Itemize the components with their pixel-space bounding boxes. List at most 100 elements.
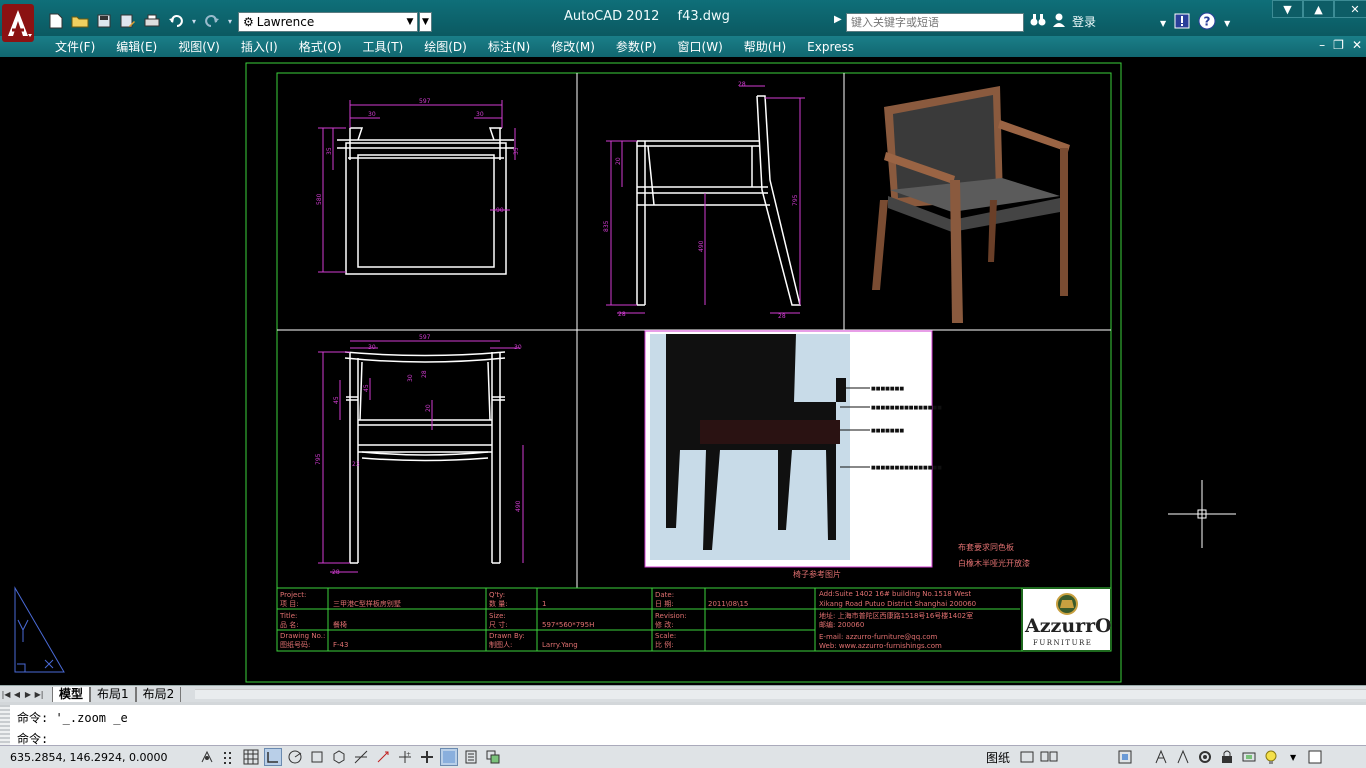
paper-model-toggle[interactable]: 图纸 — [986, 749, 1010, 766]
polar-tracking-icon[interactable] — [286, 748, 304, 766]
clean-screen-icon[interactable] — [1306, 748, 1324, 766]
photo-callout-1: ■■■■■■■ — [871, 386, 904, 392]
help-tools: ▼ ? ▼ — [1160, 12, 1230, 34]
ortho-mode-icon[interactable] — [264, 748, 282, 766]
help-dropdown-icon[interactable]: ▼ — [1224, 19, 1230, 28]
tb-qty-en: Q'ty: — [489, 591, 505, 599]
save-as-icon[interactable] — [118, 11, 138, 31]
hardware-acceleration-icon[interactable] — [1240, 748, 1258, 766]
coordinates-readout[interactable]: 635.2854, 146.2924, 0.0000 — [0, 751, 198, 764]
doc-restore-button[interactable]: ❐ — [1333, 38, 1344, 52]
exchange-icon[interactable] — [1174, 13, 1190, 33]
menu-modify[interactable]: 修改(M) — [542, 38, 607, 55]
infocenter-search-input[interactable] — [846, 13, 1024, 32]
workspace-selector[interactable]: ⚙ Lawrence ▼ — [238, 12, 418, 32]
minimize-button[interactable]: ▼ — [1272, 0, 1303, 18]
menu-insert[interactable]: 插入(I) — [232, 38, 290, 55]
menu-draw[interactable]: 绘图(D) — [415, 38, 479, 55]
autocad-app-menu-button[interactable] — [2, 4, 36, 52]
binoculars-icon[interactable] — [1030, 13, 1046, 30]
tab-next-icon[interactable]: ▶ — [23, 688, 33, 701]
menu-help[interactable]: 帮助(H) — [735, 38, 798, 55]
tab-model[interactable]: 模型 — [52, 686, 91, 702]
plot-printer-icon[interactable] — [142, 11, 162, 31]
tab-layout2[interactable]: 布局2 — [135, 686, 182, 702]
transparency-icon[interactable] — [440, 748, 458, 766]
close-button[interactable]: ✕ — [1334, 0, 1366, 18]
status-menu-icon[interactable]: ▼ — [1284, 748, 1302, 766]
tb-title-cn: 品 名: — [280, 620, 299, 629]
command-window-grip[interactable] — [0, 705, 10, 745]
open-folder-icon[interactable] — [70, 11, 90, 31]
isolate-objects-icon[interactable] — [1262, 748, 1280, 766]
horizontal-scrollbar[interactable] — [195, 689, 1366, 699]
user-icon[interactable] — [1052, 13, 1066, 30]
maximize-button[interactable]: ▲ — [1303, 0, 1334, 18]
tb-project-value: 三甲港C型样板房别墅 — [333, 599, 401, 608]
quick-access-toolbar: ▾ ▾ — [46, 10, 234, 32]
doc-close-button[interactable]: ✕ — [1352, 38, 1362, 52]
help-icon[interactable]: ? — [1198, 12, 1216, 34]
save-icon[interactable] — [94, 11, 114, 31]
menu-window[interactable]: 窗口(W) — [669, 38, 735, 55]
photo-callout-3: ■■■■■■■ — [871, 428, 904, 434]
3d-object-snap-icon[interactable] — [330, 748, 348, 766]
login-dropdown-icon[interactable]: ▼ — [1160, 19, 1166, 28]
app-name: AutoCAD 2012 — [564, 9, 660, 24]
redo-icon[interactable] — [202, 11, 222, 31]
tb-revision-en: Revision: — [655, 612, 687, 620]
tab-last-icon[interactable]: ▶| — [34, 688, 44, 701]
dynamic-input-icon[interactable]: + — [396, 748, 414, 766]
dim-back-height: 795 — [315, 453, 322, 465]
tb-date-value: 2011\08\15 — [708, 600, 748, 608]
lineweight-icon[interactable] — [418, 748, 436, 766]
chevron-down-icon: ▼ — [406, 17, 414, 27]
quick-view-drawings-icon[interactable] — [1040, 748, 1058, 766]
annotation-scale-icon[interactable] — [1152, 748, 1170, 766]
grid-display-icon[interactable] — [242, 748, 260, 766]
menu-parametric[interactable]: 参数(P) — [607, 38, 669, 55]
menu-tools[interactable]: 工具(T) — [354, 38, 416, 55]
login-label[interactable]: 登录 — [1072, 13, 1096, 30]
undo-dropdown-icon[interactable]: ▾ — [190, 11, 198, 31]
front-view-dimensions — [318, 100, 516, 273]
menu-edit[interactable]: 编辑(E) — [107, 38, 169, 55]
dynamic-ucs-icon[interactable] — [374, 748, 392, 766]
workspace-switching-icon[interactable] — [1196, 748, 1214, 766]
redo-dropdown-icon[interactable]: ▾ — [226, 11, 234, 31]
logo-text: AzzurrO — [1024, 615, 1112, 637]
tb-date-cn: 日 期: — [655, 600, 674, 608]
drawing-canvas[interactable]: 597 30 30 580 35 35 90 28 835 490 795 20… — [0, 57, 1366, 685]
menu-dimension[interactable]: 标注(N) — [479, 38, 542, 55]
customize-qat-button[interactable]: ▼ — [419, 12, 432, 32]
tab-layout1[interactable]: 布局1 — [90, 686, 136, 702]
dim-back-c: 30 — [407, 374, 414, 382]
side-view-dim-text: 28 835 490 795 20 28 28 — [603, 81, 799, 320]
search-expand-icon[interactable]: ▶ — [834, 14, 844, 30]
new-file-icon[interactable] — [46, 11, 66, 31]
menu-view[interactable]: 视图(V) — [169, 38, 232, 55]
menu-express[interactable]: Express — [798, 40, 866, 54]
quick-view-layouts-icon[interactable] — [1018, 748, 1036, 766]
tb-title-en: Title: — [279, 612, 297, 620]
tab-first-icon[interactable]: |◀ — [1, 688, 11, 701]
menu-file[interactable]: 文件(F) — [46, 38, 107, 55]
tab-prev-icon[interactable]: ◀ — [12, 688, 22, 701]
note-finish: 白橡木半哑光开放漆 — [958, 558, 1030, 568]
tb-email: E-mail: azzurro-furniture@qq.com — [819, 633, 938, 641]
quick-properties-icon[interactable] — [462, 748, 480, 766]
toolbar-lock-icon[interactable] — [1218, 748, 1236, 766]
object-snap-icon[interactable] — [308, 748, 326, 766]
object-snap-tracking-icon[interactable] — [352, 748, 370, 766]
selection-cycling-icon[interactable] — [484, 748, 502, 766]
infer-constraints-icon[interactable] — [198, 748, 216, 766]
front-view — [337, 127, 514, 275]
undo-icon[interactable] — [166, 11, 186, 31]
snap-mode-icon[interactable] — [220, 748, 238, 766]
annotation-visibility-icon[interactable] — [1174, 748, 1192, 766]
maximize-viewport-icon[interactable] — [1116, 748, 1134, 766]
workspace-name: Lawrence — [256, 15, 315, 29]
menu-format[interactable]: 格式(O) — [290, 38, 354, 55]
doc-minimize-button[interactable]: – — [1319, 38, 1325, 52]
window-controls: ▼ ▲ ✕ — [1272, 0, 1366, 18]
